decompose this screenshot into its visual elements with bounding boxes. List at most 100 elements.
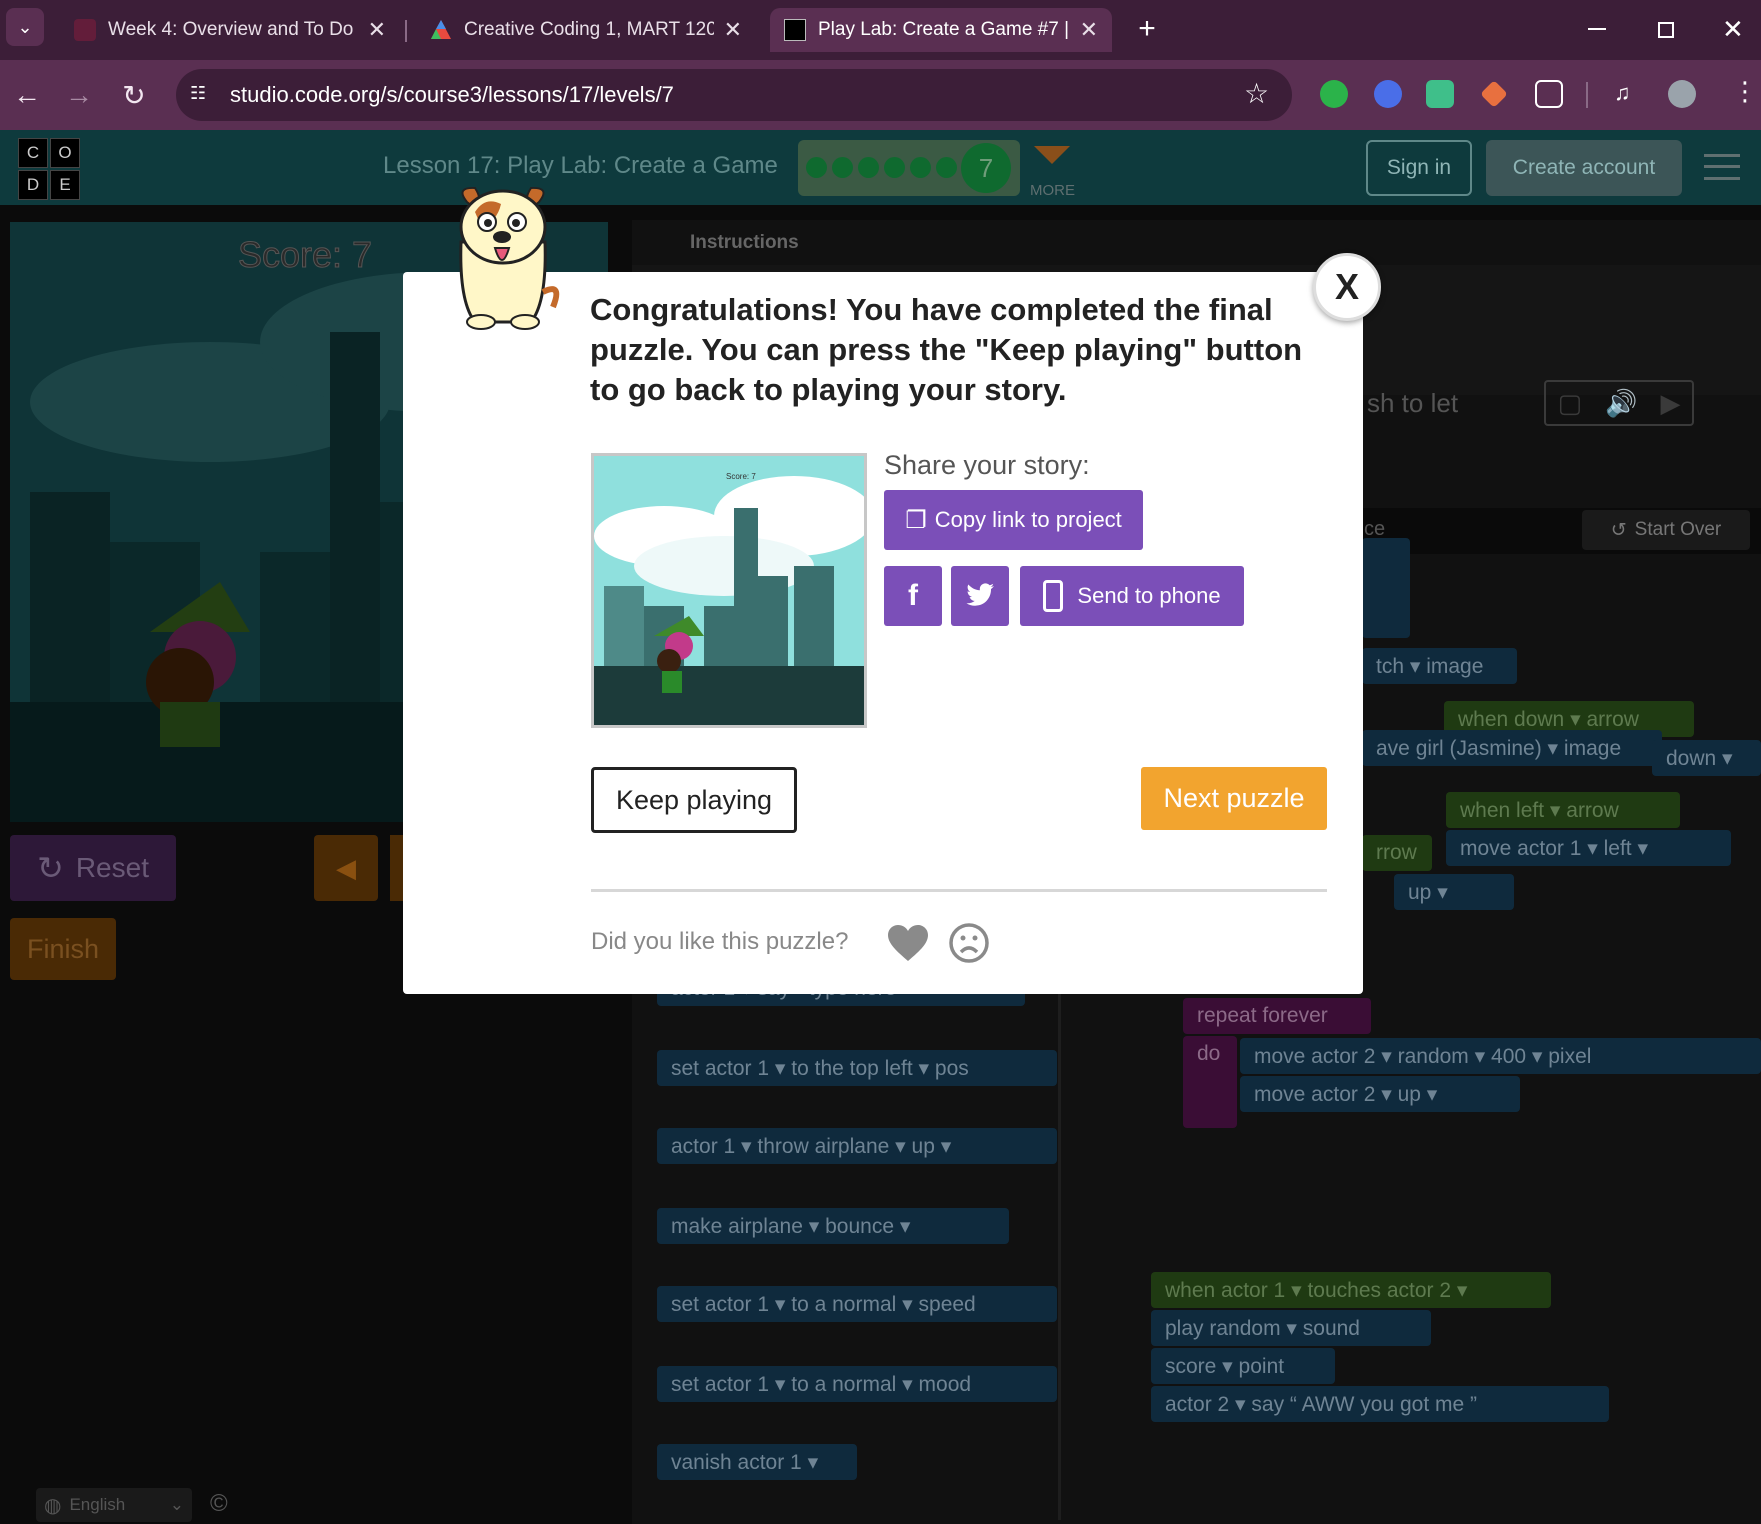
arrow-left-control[interactable]: ◀ [314, 835, 378, 901]
dialog-divider [591, 889, 1327, 892]
workspace-block[interactable]: score ▾ point [1151, 1348, 1335, 1384]
toolbox-block[interactable]: actor 1 ▾ throw airplane ▾ up ▾ [657, 1128, 1057, 1164]
lesson-title[interactable]: Lesson 17: Play Lab: Create a Game [383, 152, 778, 180]
code-logo-c[interactable]: C [18, 138, 48, 168]
workspace-block[interactable]: play random ▾ sound [1151, 1310, 1431, 1346]
toolbox-block[interactable]: set actor 1 ▾ to the top left ▾ pos [657, 1050, 1057, 1086]
workspace-block[interactable]: actor 2 ▾ say “ AWW you got me ” [1151, 1386, 1609, 1422]
copy-link-button[interactable]: ❐ Copy link to project [884, 490, 1143, 550]
tab-close-icon[interactable]: ✕ [368, 17, 386, 43]
close-window-icon[interactable]: ✕ [1722, 14, 1744, 45]
share-story-label: Share your story: [884, 450, 1090, 480]
thumbnail-score-text: Score: 7 [726, 472, 756, 481]
phone-icon [1043, 580, 1064, 612]
minimize-icon[interactable] [1588, 28, 1606, 30]
finish-button[interactable]: Finish [10, 918, 116, 980]
twitter-share-button[interactable] [951, 566, 1009, 626]
workspace-block[interactable]: repeat forever [1183, 998, 1371, 1034]
toolbox-block[interactable]: make airplane ▾ bounce ▾ [657, 1208, 1009, 1244]
close-dialog-button[interactable]: X [1313, 253, 1381, 321]
code-logo-d[interactable]: D [18, 170, 48, 200]
copyright-icon[interactable]: © [210, 1490, 228, 1518]
code-logo-e[interactable]: E [50, 170, 80, 200]
workspace-block[interactable]: move actor 1 ▾ left ▾ [1446, 830, 1731, 866]
instructions-tab[interactable]: Instructions [690, 232, 799, 254]
current-level-badge[interactable]: 7 [961, 143, 1011, 193]
site-header: C O D E Lesson 17: Play Lab: Create a Ga… [0, 130, 1761, 205]
more-chevron-icon[interactable] [1034, 146, 1070, 164]
copy-icon: ❐ [905, 506, 927, 534]
workspace-block[interactable]: when left ▾ arrow [1446, 792, 1680, 828]
progress-dots [806, 157, 957, 178]
extension-orange-icon[interactable] [1480, 80, 1508, 108]
workspace-block[interactable]: ave girl (Jasmine) ▾ image [1362, 730, 1662, 766]
progress-bubbles[interactable]: 7 [798, 140, 1020, 196]
hamburger-menu-icon[interactable] [1704, 154, 1740, 180]
tab-favicon-icon [74, 19, 96, 41]
forward-arrow-icon[interactable]: → [60, 76, 98, 114]
completion-dialog: Congratulations! You have completed the … [403, 272, 1363, 994]
code-logo-o[interactable]: O [50, 138, 80, 168]
toolbox-block[interactable]: set actor 1 ▾ to a normal ▾ mood [657, 1366, 1057, 1402]
maximize-icon[interactable] [1658, 22, 1674, 38]
tab-search-button[interactable]: ⌄ [6, 8, 44, 46]
dog-mascot-image [459, 186, 560, 330]
heart-icon[interactable] [887, 924, 929, 962]
instructions-text: sh to let [1367, 388, 1459, 418]
workspace-block[interactable]: when actor 1 ▾ touches actor 2 ▾ [1151, 1272, 1551, 1308]
witch-character [146, 582, 250, 747]
feedback-question: Did you like this puzzle? [591, 928, 849, 955]
reset-button[interactable]: ↻ Reset [10, 835, 176, 901]
browser-tab-play-lab[interactable]: Play Lab: Create a Game #7 | Co ✕ [770, 8, 1112, 52]
reset-label: Reset [75, 852, 149, 883]
extensions-puzzle-icon[interactable] [1535, 80, 1563, 108]
start-over-button[interactable]: ↺ Start Over [1582, 510, 1750, 550]
send-to-phone-button[interactable]: Send to phone [1020, 566, 1244, 626]
workspace-block[interactable]: move actor 2 ▾ up ▾ [1240, 1076, 1520, 1112]
code-org-favicon-icon [784, 19, 806, 41]
workspace-block[interactable]: do [1183, 1036, 1237, 1128]
workspace-block[interactable]: move actor 2 ▾ random ▾ 400 ▾ pixel [1240, 1038, 1761, 1074]
media-control-icon[interactable]: ♫ [1614, 80, 1642, 108]
tab-close-icon[interactable]: ✕ [724, 17, 742, 43]
sign-in-button[interactable]: Sign in [1366, 140, 1472, 196]
extension-gift-icon[interactable] [1426, 80, 1454, 108]
workspace-block[interactable]: down ▾ [1652, 740, 1761, 776]
create-account-button[interactable]: Create account [1486, 140, 1682, 196]
toolbox-block[interactable]: vanish actor 1 ▾ [657, 1444, 857, 1480]
toolbox-block[interactable]: set actor 1 ▾ to a normal ▾ speed [657, 1286, 1057, 1322]
bookmark-star-icon[interactable]: ☆ [1244, 77, 1269, 110]
browser-menu-icon[interactable]: ⋮ [1732, 76, 1758, 107]
facebook-share-button[interactable]: f [884, 566, 942, 626]
sad-face-icon[interactable] [948, 922, 990, 964]
audio-controls[interactable]: ▢ 🔊 ▶ [1544, 380, 1694, 426]
keep-playing-button[interactable]: Keep playing [591, 767, 797, 833]
tab-close-icon[interactable]: ✕ [1080, 17, 1098, 43]
workspace-block[interactable] [1362, 538, 1410, 638]
transcript-icon[interactable]: ▢ [1558, 388, 1583, 419]
tab-title: Creative Coding 1, MART 120 | C [464, 19, 714, 40]
more-label[interactable]: MORE [1030, 182, 1075, 199]
start-over-label: Start Over [1634, 519, 1722, 540]
play-icon[interactable]: ▶ [1660, 388, 1680, 419]
browser-tab-week4[interactable]: Week 4: Overview and To Do Lis ✕ [60, 8, 400, 52]
workspace-block[interactable]: rrow [1362, 835, 1432, 871]
browser-toolbar: ← → ↻ ☷ studio.code.org/s/course3/lesson… [0, 60, 1761, 130]
language-label: English [69, 1495, 126, 1514]
address-bar[interactable]: ☷ studio.code.org/s/course3/lessons/17/l… [176, 69, 1292, 121]
reload-icon[interactable]: ↻ [115, 76, 153, 114]
send-to-phone-label: Send to phone [1077, 583, 1221, 608]
site-info-icon[interactable]: ☷ [190, 83, 214, 107]
new-tab-button[interactable]: + [1130, 12, 1164, 46]
next-puzzle-button[interactable]: Next puzzle [1141, 767, 1327, 830]
language-select[interactable]: ◍ English ⌄ [36, 1488, 192, 1522]
workspace-block[interactable]: up ▾ [1394, 874, 1514, 910]
extension-blue-icon[interactable] [1374, 80, 1402, 108]
speaker-icon[interactable]: 🔊 [1605, 388, 1637, 419]
workspace-block[interactable]: tch ▾ image [1362, 648, 1517, 684]
profile-avatar[interactable] [1668, 80, 1696, 108]
story-thumbnail-image [594, 456, 864, 725]
back-arrow-icon[interactable]: ← [8, 76, 46, 114]
extension-green-icon[interactable] [1320, 80, 1348, 108]
browser-tab-creative-coding[interactable]: Creative Coding 1, MART 120 | C ✕ [416, 8, 756, 52]
